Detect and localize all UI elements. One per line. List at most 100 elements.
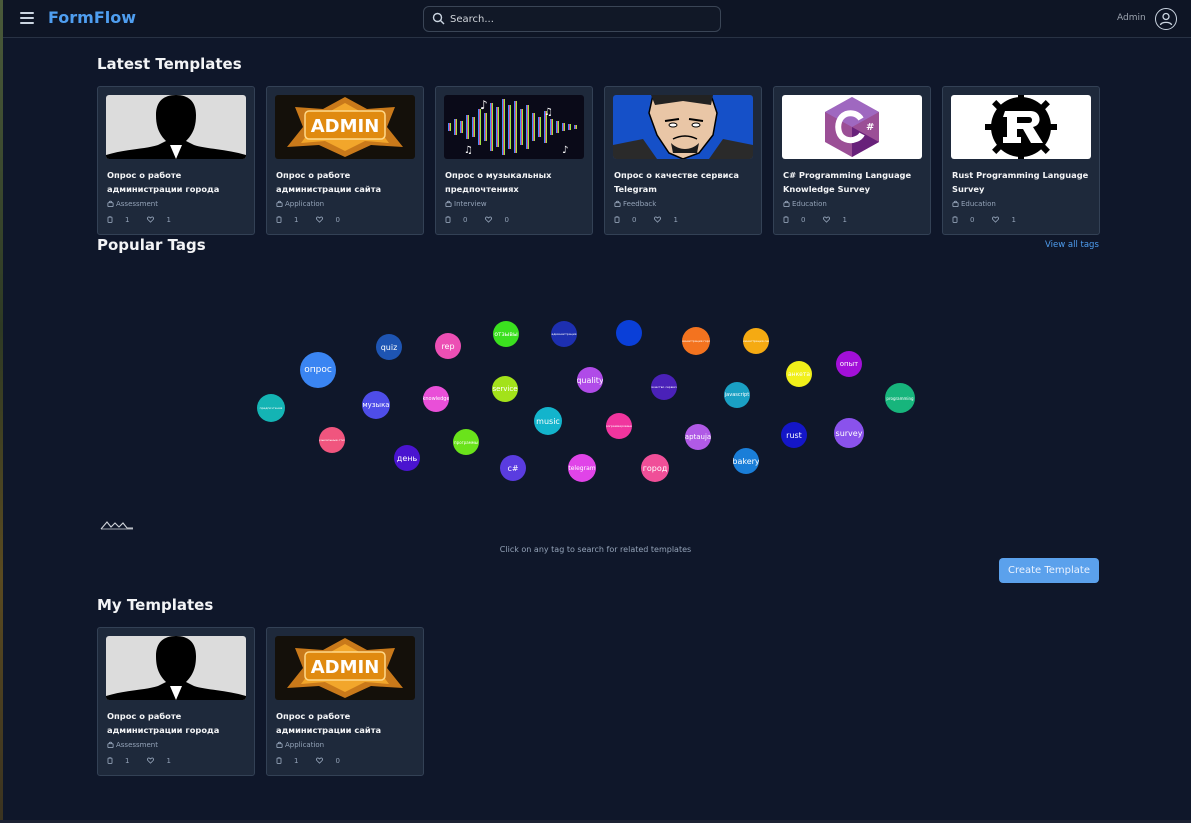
tag-bubble[interactable]: администрация сайта xyxy=(743,328,769,354)
template-card[interactable]: Опрос о работе администрации города Asses… xyxy=(97,627,255,776)
heart-icon xyxy=(654,216,664,224)
template-title: C# Programming Language Knowledge Survey xyxy=(783,170,912,194)
tag-bubble[interactable]: rust xyxy=(781,422,807,448)
template-title: Опрос о музыкальных предпочтениях xyxy=(445,170,552,194)
tag-bubble[interactable]: отзывы xyxy=(493,321,519,347)
template-thumbnail: # xyxy=(782,95,922,159)
template-thumbnail: ♪ ♫ ♪ ♫ xyxy=(444,95,584,159)
user-name-label: Admin xyxy=(1117,13,1146,23)
tag-bubble[interactable]: музыкальные стили xyxy=(319,427,345,453)
category-label: Application xyxy=(285,741,325,749)
heart-icon xyxy=(485,216,495,224)
like-count-value: 1 xyxy=(1011,216,1016,224)
question-count-value: 0 xyxy=(632,216,637,224)
view-all-tags-link[interactable]: View all tags xyxy=(1045,240,1099,250)
like-count[interactable]: 0 xyxy=(316,216,348,224)
tag-bubble[interactable]: опыт xyxy=(836,351,862,377)
template-title: Опрос о работе администрации сайта xyxy=(276,711,382,735)
category-label: Education xyxy=(961,200,996,208)
template-card[interactable]: # C# Programming Language Knowledge Surve… xyxy=(773,86,931,235)
tag-bubble[interactable]: администрация города xyxy=(682,327,710,355)
template-card[interactable]: Rust Programming Language Survey Educatio… xyxy=(942,86,1100,235)
tag-bubble[interactable]: качество сервиса xyxy=(651,374,677,400)
tag-bubble[interactable]: программы xyxy=(453,429,479,455)
my-templates-heading: My Templates xyxy=(97,596,214,614)
category-label: Assessment xyxy=(116,200,158,208)
like-count[interactable]: 1 xyxy=(992,216,1024,224)
tag-bubble[interactable] xyxy=(616,320,642,346)
template-thumbnail xyxy=(613,95,753,159)
like-count[interactable]: 0 xyxy=(485,216,517,224)
category-icon xyxy=(783,200,792,208)
category-icon xyxy=(276,741,285,749)
wave-logo-icon xyxy=(100,521,133,530)
tag-bubble[interactable]: survey xyxy=(834,418,864,448)
question-count-value: 0 xyxy=(970,216,975,224)
category-icon xyxy=(276,200,285,208)
category-icon xyxy=(445,200,454,208)
tag-bubble[interactable]: день xyxy=(394,445,420,471)
tag-bubble[interactable]: rep xyxy=(435,333,461,359)
template-category: Interview xyxy=(445,200,487,208)
category-label: Interview xyxy=(454,200,487,208)
template-card[interactable]: ADMIN Опрос о работе администрации сайта A… xyxy=(266,627,424,776)
like-count-value: 0 xyxy=(335,216,340,224)
tag-bubble[interactable]: администрация xyxy=(551,321,577,347)
template-title: Опрос о работе администрации города xyxy=(107,711,220,735)
like-count-value: 1 xyxy=(166,757,171,765)
tag-bubble[interactable]: service xyxy=(492,376,518,402)
svg-text:#: # xyxy=(866,122,874,133)
clipboard-icon xyxy=(445,216,454,224)
tag-bubble[interactable]: quality xyxy=(577,367,603,393)
tag-bubble[interactable]: aptaujа xyxy=(685,424,711,450)
template-category: Education xyxy=(783,200,827,208)
like-count[interactable]: 1 xyxy=(147,757,179,765)
tag-cloud-hint: Click on any tag to search for related t… xyxy=(499,545,692,554)
template-category: Education xyxy=(952,200,996,208)
tag-bubble[interactable]: программирование xyxy=(606,413,632,439)
tag-bubble[interactable]: javascript xyxy=(724,382,750,408)
tag-bubble[interactable]: анкета xyxy=(786,361,812,387)
template-card[interactable]: Опрос о работе администрации города Asses… xyxy=(97,86,255,235)
template-card[interactable]: ADMIN Опрос о работе администрации сайта A… xyxy=(266,86,424,235)
tag-bubble[interactable]: город xyxy=(641,454,669,482)
category-icon xyxy=(107,200,116,208)
tag-bubble[interactable]: опрос xyxy=(300,352,336,388)
template-card[interactable]: Опрос о качестве сервиса Telegram Feedbac… xyxy=(604,86,762,235)
like-count[interactable]: 1 xyxy=(823,216,855,224)
popular-tags-heading: Popular Tags xyxy=(97,236,206,254)
like-count-value: 1 xyxy=(842,216,847,224)
create-template-button[interactable]: Create Template xyxy=(999,558,1099,583)
tag-bubble[interactable]: музыка xyxy=(362,391,390,419)
template-stats: 00 xyxy=(445,216,527,224)
like-count[interactable]: 1 xyxy=(147,216,179,224)
category-label: Feedback xyxy=(623,200,657,208)
tag-bubble[interactable]: telegram xyxy=(568,454,596,482)
heart-icon xyxy=(316,757,326,765)
like-count[interactable]: 0 xyxy=(316,757,348,765)
tag-bubble[interactable]: music xyxy=(534,407,562,435)
tag-bubble[interactable]: quiz xyxy=(376,334,402,360)
question-count-value: 1 xyxy=(294,216,299,224)
heart-icon xyxy=(992,216,1002,224)
svg-text:♫: ♫ xyxy=(464,145,473,156)
tag-bubble[interactable]: programming xyxy=(885,383,915,413)
hamburger-menu-icon[interactable] xyxy=(20,12,34,24)
question-count: 0 xyxy=(783,216,814,224)
user-avatar-button[interactable] xyxy=(1155,8,1177,30)
category-label: Assessment xyxy=(116,741,158,749)
tag-bubble[interactable]: предпочтения xyxy=(257,394,285,422)
heart-icon xyxy=(147,216,157,224)
template-title: Опрос о работе администрации сайта xyxy=(276,170,382,194)
tag-bubble[interactable]: bakery xyxy=(733,448,759,474)
like-count[interactable]: 1 xyxy=(654,216,686,224)
tag-bubble[interactable]: knowledge xyxy=(423,386,449,412)
search-input[interactable] xyxy=(450,10,710,28)
template-category: Application xyxy=(276,741,324,749)
brand-logo[interactable]: FormFlow xyxy=(48,8,136,27)
question-count: 1 xyxy=(276,757,307,765)
search-box[interactable] xyxy=(423,6,721,32)
tag-bubble[interactable]: c# xyxy=(500,455,526,481)
user-icon xyxy=(1159,12,1173,26)
template-card[interactable]: ♪ ♫ ♪ ♫ Опрос о музыкальных предпочтениях Int… xyxy=(435,86,593,235)
